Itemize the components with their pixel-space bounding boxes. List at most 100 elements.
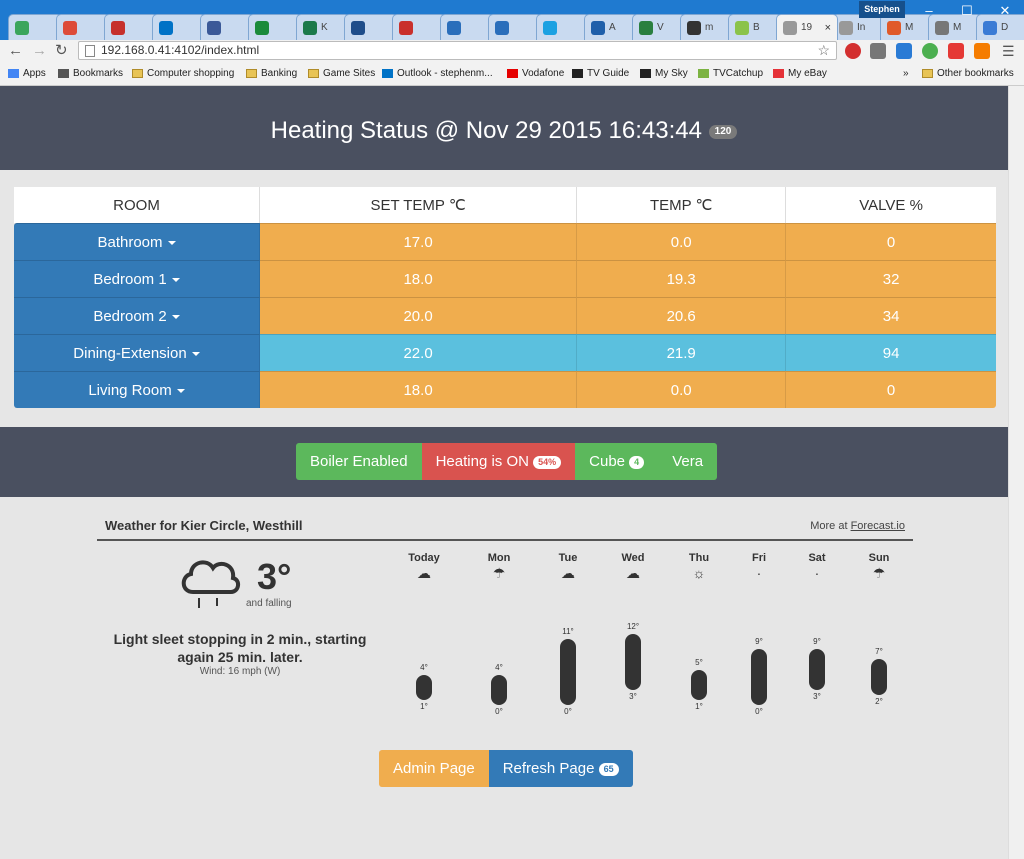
- cube-button[interactable]: Cube 4: [575, 443, 659, 480]
- extension-star-icon[interactable]: [948, 43, 964, 59]
- bookmark-star-icon[interactable]: ☆: [817, 42, 830, 59]
- set-cell: 18.0: [260, 371, 578, 408]
- valve-cell: 0: [786, 223, 996, 260]
- table-row: Bedroom 1 18.0 19.3 32: [14, 260, 996, 297]
- rooms-table: ROOM SET TEMP ℃ TEMP ℃ VALVE % Bathroom 1…: [14, 187, 996, 408]
- browser-tab[interactable]: m: [680, 14, 734, 40]
- tab-favicon-icon: [935, 20, 949, 35]
- browser-tab[interactable]: [440, 14, 494, 40]
- bookmark-item[interactable]: Banking: [246, 68, 297, 79]
- bookmark-item[interactable]: TV Guide: [572, 68, 629, 79]
- tab-close-icon[interactable]: ×: [825, 22, 831, 34]
- outlook-icon: [382, 69, 393, 78]
- other-bookmarks-folder[interactable]: Other bookmarks: [922, 68, 1014, 79]
- vera-button[interactable]: Vera: [658, 443, 718, 480]
- browser-tab[interactable]: A: [584, 14, 638, 40]
- browser-tab[interactable]: [536, 14, 590, 40]
- boiler-enabled-button[interactable]: Boiler Enabled: [296, 443, 422, 480]
- bookmark-label: Outlook - stephenm...: [397, 68, 493, 79]
- bookmark-item[interactable]: My Sky: [640, 68, 688, 79]
- bookmark-item[interactable]: Bookmarks: [58, 68, 123, 79]
- sky-icon: [572, 69, 583, 78]
- extension-red-icon[interactable]: [845, 43, 861, 59]
- heating-label: Heating is ON: [435, 453, 529, 470]
- browser-tab[interactable]: [56, 14, 110, 40]
- close-window-button[interactable]: ✕: [986, 0, 1024, 22]
- back-arrow-icon[interactable]: ←: [8, 42, 23, 60]
- browser-tab[interactable]: K: [296, 14, 350, 40]
- bookmark-item[interactable]: Apps: [8, 68, 46, 79]
- bookmark-label: Computer shopping: [147, 68, 235, 79]
- browser-tab[interactable]: [488, 14, 542, 40]
- bookmark-item[interactable]: Vodafone: [507, 68, 564, 79]
- bookmark-item[interactable]: TVCatchup: [698, 68, 763, 79]
- bookmark-item[interactable]: Game Sites: [308, 68, 375, 79]
- high-temp-label: 4°: [495, 662, 503, 672]
- day-weather-icon: ·: [814, 565, 820, 581]
- bookmark-label: Vodafone: [522, 68, 565, 79]
- minimize-button[interactable]: –: [910, 0, 948, 22]
- forward-arrow-icon[interactable]: →: [32, 42, 47, 60]
- browser-tab[interactable]: [8, 14, 62, 40]
- room-dropdown[interactable]: Bathroom: [14, 223, 260, 260]
- high-temp-label: 7°: [875, 647, 883, 657]
- browser-tab[interactable]: [200, 14, 254, 40]
- maximize-button[interactable]: ☐: [948, 0, 986, 22]
- extension-green-icon[interactable]: [922, 43, 938, 59]
- address-bar[interactable]: 192.168.0.41:4102/index.html ☆: [78, 41, 837, 60]
- browser-tab[interactable]: [392, 14, 446, 40]
- tab-label: m: [705, 22, 714, 33]
- tab-favicon-icon: [399, 20, 413, 35]
- room-name: Dining-Extension: [73, 344, 187, 362]
- page-scrollbar[interactable]: [1008, 86, 1024, 859]
- tab-favicon-icon: [983, 20, 997, 35]
- profile-button[interactable]: Stephen: [859, 1, 905, 18]
- bookmark-label: Bookmarks: [73, 68, 124, 79]
- admin-label: Admin Page: [393, 760, 475, 777]
- room-dropdown[interactable]: Bedroom 2: [14, 297, 260, 334]
- weather-divider: [97, 539, 913, 541]
- set-cell: 20.0: [260, 297, 578, 334]
- caret-down-icon: [171, 314, 180, 319]
- browser-tab[interactable]: 19 ×: [776, 14, 838, 40]
- extension-blue-icon[interactable]: [896, 43, 912, 59]
- browser-tab[interactable]: [152, 14, 206, 40]
- tab-label: B: [753, 22, 760, 33]
- bookmark-item[interactable]: Computer shopping: [132, 68, 234, 79]
- room-dropdown[interactable]: Living Room: [14, 371, 260, 408]
- address-text: 192.168.0.41:4102/index.html: [101, 43, 260, 57]
- temp-range-bar: [491, 674, 507, 705]
- browser-tab[interactable]: V: [632, 14, 686, 40]
- bookmarks-overflow-button[interactable]: »: [903, 68, 909, 79]
- bookmark-item[interactable]: My eBay: [773, 68, 827, 79]
- caret-down-icon: [176, 388, 185, 393]
- refresh-page-button[interactable]: Refresh Page 65: [488, 750, 633, 787]
- admin-page-button[interactable]: Admin Page: [379, 750, 489, 787]
- extension-puzzle-icon[interactable]: [974, 43, 990, 59]
- forecast-day: Fri · 9° 0°: [729, 552, 789, 716]
- set-cell: 22.0: [260, 334, 578, 371]
- temp-range-bar: [416, 674, 432, 700]
- play-icon: [698, 69, 709, 78]
- browser-tab[interactable]: [344, 14, 398, 40]
- menu-icon[interactable]: ☰: [1002, 42, 1015, 60]
- low-temp-label: 3°: [629, 691, 637, 701]
- forecast-day: Thu ☼ 5° 1°: [669, 552, 729, 711]
- temp-range-bar: [691, 669, 707, 700]
- cast-icon[interactable]: [870, 43, 886, 59]
- reload-icon[interactable]: ↻: [55, 42, 68, 60]
- heating-on-button[interactable]: Heating is ON 54%: [421, 443, 576, 480]
- browser-tab[interactable]: [248, 14, 302, 40]
- tab-favicon-icon: [687, 20, 701, 35]
- forecast-link[interactable]: Forecast.io: [851, 520, 905, 532]
- browser-tab[interactable]: [104, 14, 158, 40]
- page-buttons: Admin Page Refresh Page 65: [379, 750, 633, 787]
- room-dropdown[interactable]: Bedroom 1: [14, 260, 260, 297]
- bookmark-item[interactable]: Outlook - stephenm...: [382, 68, 493, 79]
- more-prefix: More at: [810, 520, 851, 532]
- room-dropdown[interactable]: Dining-Extension: [14, 334, 260, 371]
- tab-favicon-icon: [255, 20, 269, 35]
- browser-tab[interactable]: B: [728, 14, 782, 40]
- refresh-label: Refresh Page: [502, 760, 595, 777]
- folder-icon: [922, 69, 933, 78]
